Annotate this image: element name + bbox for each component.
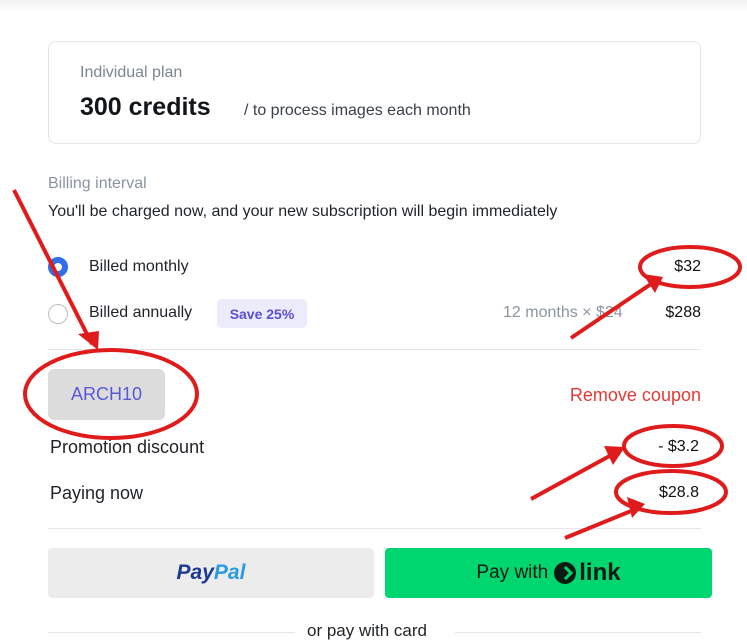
paypal-button[interactable]: Pay Pal xyxy=(48,548,374,598)
save-badge: Save 25% xyxy=(217,299,307,328)
link-arrow-icon xyxy=(554,562,577,584)
annotation-arrow-discount xyxy=(530,451,616,501)
annotation-arrowhead-coupon xyxy=(78,331,99,350)
paying-now-value: $28.8 xyxy=(658,484,699,501)
divider xyxy=(48,528,701,529)
monthly-radio[interactable] xyxy=(48,257,68,277)
plan-subtitle: / to process images each month xyxy=(244,102,471,119)
billed-annually-label[interactable]: Billed annually xyxy=(89,304,192,322)
paypal-logo-part1: Pay xyxy=(176,561,214,584)
plan-name: Individual plan xyxy=(80,64,183,81)
annotation-arrowhead-discount xyxy=(604,446,625,465)
or-divider-left xyxy=(48,632,295,633)
paying-now-label: Paying now xyxy=(50,483,144,503)
or-pay-with-card: or pay with card xyxy=(307,621,427,640)
promotion-discount-label: Promotion discount xyxy=(50,437,205,457)
annotation-arrowhead-monthly xyxy=(643,274,663,293)
pay-with-label: Pay with xyxy=(476,562,549,583)
plan-card: Individual plan 300 credits / to process… xyxy=(48,41,701,144)
annotation-arrow-paying xyxy=(564,507,637,540)
monthly-price: $32 xyxy=(674,258,701,275)
billing-description: You'll be charged now, and your new subs… xyxy=(48,203,558,220)
billing-interval-title: Billing interval xyxy=(48,175,147,192)
link-logo-text: link xyxy=(579,559,621,586)
coupon-code-chip[interactable]: ARCH10 xyxy=(48,369,165,420)
top-shade xyxy=(0,0,747,12)
annotation-arrowhead-paying xyxy=(627,497,645,518)
remove-coupon-link[interactable]: Remove coupon xyxy=(570,385,701,406)
billed-monthly-label[interactable]: Billed monthly xyxy=(89,258,189,276)
annual-radio[interactable] xyxy=(48,304,68,324)
annual-calculation: 12 months × $24 xyxy=(503,304,623,321)
plan-credits: 300 credits xyxy=(80,93,211,121)
promotion-discount-value: - $3.2 xyxy=(658,438,699,455)
pay-with-link-button[interactable]: Pay with link xyxy=(385,548,712,598)
or-divider-right xyxy=(455,632,701,633)
divider xyxy=(48,349,701,350)
paypal-logo-part2: Pal xyxy=(213,561,246,584)
annual-price: $288 xyxy=(665,304,701,321)
